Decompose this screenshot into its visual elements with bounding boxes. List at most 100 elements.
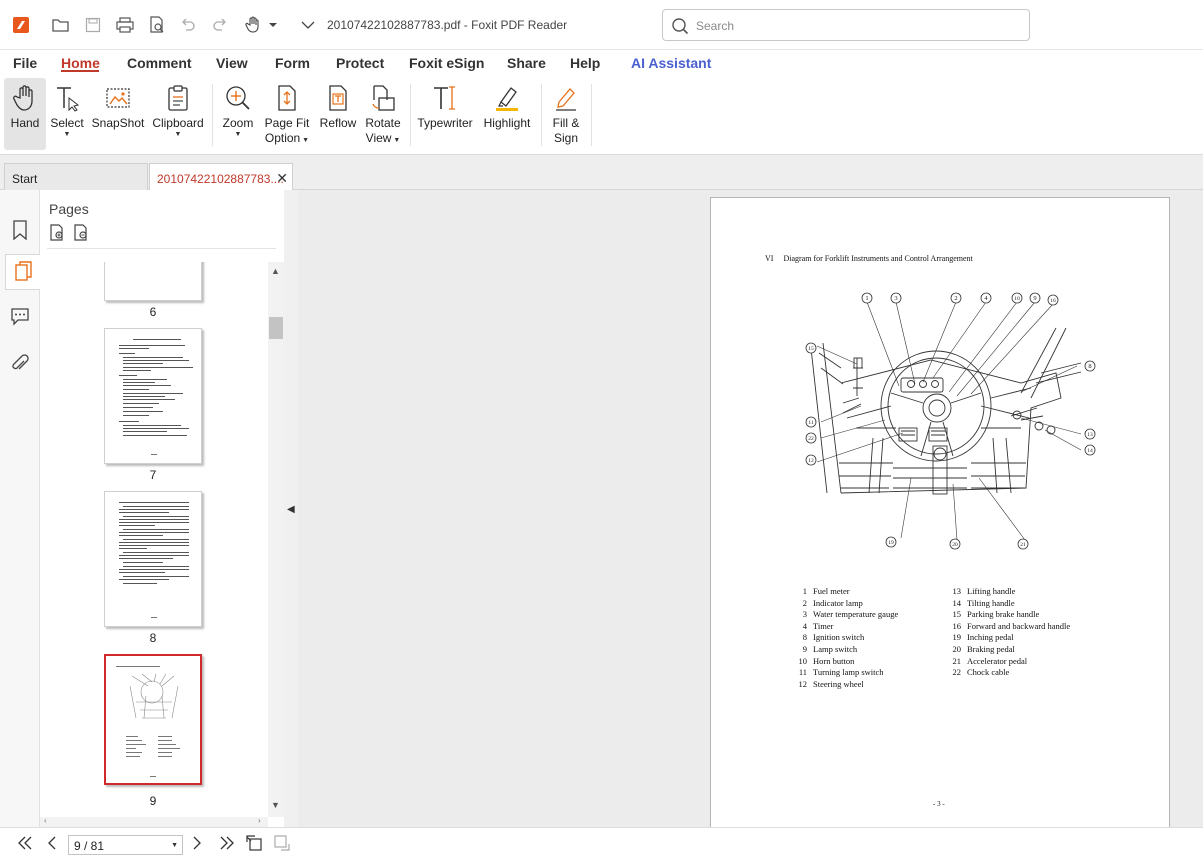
page-indicator: 9 / 81 (74, 839, 105, 853)
select-dropdown-icon[interactable]: ▼ (64, 131, 71, 139)
callout-label: 13 (1087, 432, 1093, 438)
select-button[interactable]: Select ▼ (49, 78, 85, 150)
reflow-button[interactable]: Reflow (318, 78, 358, 150)
callout-label: 19 (888, 540, 894, 546)
menu-bar: File Home Comment View Form Protect Foxi… (0, 50, 1203, 76)
customize-dropdown-icon[interactable] (263, 15, 283, 35)
last-page-icon[interactable] (219, 836, 235, 853)
first-page-icon[interactable] (17, 836, 33, 853)
fill-and-sign-button[interactable]: Fill & Sign (547, 78, 585, 150)
menu-protect[interactable]: Protect (336, 55, 384, 71)
hand-button[interactable]: Hand (4, 78, 46, 150)
print-icon[interactable] (115, 15, 135, 35)
page-thumbnail-8[interactable] (104, 491, 202, 627)
clipboard-button[interactable]: Clipboard ▼ (150, 78, 206, 150)
typewriter-button[interactable]: Typewriter (416, 78, 474, 150)
open-folder-icon[interactable] (51, 15, 71, 35)
menu-comment[interactable]: Comment (127, 55, 192, 71)
callout-label: 21 (1020, 542, 1026, 548)
thumbnail-list: 6 7 8 9 (40, 262, 268, 817)
scrollbar-thumb[interactable] (269, 317, 283, 339)
comments-icon[interactable] (5, 298, 35, 334)
callout-label: 10 (1014, 296, 1020, 302)
redo-icon[interactable] (210, 15, 230, 35)
page-fit-label: Page Fit Option ▼ (264, 116, 310, 145)
menu-ai-assistant[interactable]: AI Assistant (631, 55, 711, 71)
menu-form[interactable]: Form (275, 55, 310, 71)
page-thumbnail-9[interactable] (104, 654, 202, 785)
legend-text: Indicator lamp (813, 597, 863, 608)
fill-sign-label-line1: Fill & (552, 116, 580, 130)
legend-text: Accelerator pedal (967, 655, 1028, 666)
close-tab-icon[interactable]: ✕ (276, 170, 288, 187)
panel-collapse-strip[interactable]: ◀ (284, 190, 298, 827)
snapshot-button[interactable]: SnapShot (91, 78, 145, 150)
scroll-right-icon[interactable]: › (258, 816, 261, 825)
tab-start[interactable]: Start (4, 163, 148, 190)
page-number-input[interactable]: 9 / 81 ▼ (68, 835, 183, 855)
next-page-icon[interactable] (192, 836, 202, 853)
legend-text: Steering wheel (813, 678, 864, 689)
more-dropdown-icon[interactable] (298, 15, 318, 35)
select-label: Select (50, 116, 84, 130)
rotate-view-label-line2: View (365, 131, 392, 145)
search-box[interactable] (662, 9, 1030, 41)
page-fit-option-button[interactable]: Page Fit Option ▼ (262, 78, 312, 150)
menu-foxit-esign[interactable]: Foxit eSign (409, 55, 484, 71)
collapse-panel-icon[interactable]: ◀ (287, 504, 295, 515)
zoom-dropdown-icon[interactable]: ▼ (235, 131, 242, 139)
legend-number: 21 (952, 655, 962, 666)
legend-number: 13 (952, 586, 962, 596)
undo-icon[interactable] (178, 15, 198, 35)
ribbon-divider (591, 84, 592, 146)
callout-label: 11 (808, 420, 814, 426)
page-dropdown-icon[interactable]: ▼ (171, 842, 178, 849)
thumbnail-vertical-scrollbar[interactable]: ▲ ▼ (268, 262, 284, 817)
page-thumbnail-6[interactable] (104, 262, 202, 301)
enlarge-thumbnails-icon[interactable] (49, 224, 67, 245)
hand-tool-icon[interactable] (243, 15, 263, 35)
zoom-button[interactable]: Zoom ▼ (219, 78, 257, 150)
legend-number: 8 (802, 632, 807, 643)
legend-number: 1 (802, 586, 807, 596)
pages-panel-title: Pages (49, 201, 89, 217)
rotate-view-button[interactable]: Rotate View ▼ (362, 78, 404, 150)
legend-number: 16 (952, 620, 962, 631)
app-logo-icon[interactable] (11, 15, 31, 35)
highlight-label: Highlight (483, 116, 531, 130)
attachments-icon[interactable] (5, 346, 35, 382)
thumbnail-horizontal-scrollbar[interactable]: ‹ › (40, 816, 268, 827)
scroll-up-icon[interactable]: ▲ (271, 266, 280, 276)
menu-file[interactable]: File (13, 55, 37, 71)
legend-item: 16 Forward and backward handle (947, 620, 1071, 633)
previous-page-icon[interactable] (47, 836, 57, 853)
legend-item: 9 Lamp switch (793, 644, 857, 656)
fill-sign-label-line2: Sign (553, 131, 578, 145)
scroll-down-icon[interactable]: ▼ (271, 800, 280, 810)
menu-share[interactable]: Share (507, 55, 546, 71)
clipboard-dropdown-icon[interactable]: ▼ (175, 131, 182, 139)
page-thumbnail-7[interactable] (104, 328, 202, 464)
search-input[interactable] (696, 16, 1016, 36)
forklift-controls-diagram: 1 3 2 4 10 9 16158112212131419 20 21 (805, 292, 1096, 550)
bookmark-icon[interactable] (5, 212, 35, 248)
pages-panel-icon[interactable] (5, 254, 41, 290)
search-icon (671, 17, 689, 38)
next-view-icon[interactable] (273, 834, 291, 855)
reduce-thumbnails-icon[interactable] (73, 224, 91, 245)
menu-home[interactable]: Home (61, 55, 100, 71)
scroll-left-icon[interactable]: ‹ (44, 816, 47, 825)
menu-help[interactable]: Help (570, 55, 600, 71)
page-preview-icon[interactable] (147, 15, 167, 35)
highlight-button[interactable]: Highlight (480, 78, 534, 150)
tab-document[interactable]: 20107422102887783.... ✕ (149, 163, 293, 190)
fill-sign-icon (553, 78, 579, 112)
menu-view[interactable]: View (216, 55, 248, 71)
document-viewport[interactable]: VI Diagram for Forklift Instruments and C… (298, 190, 1203, 827)
previous-view-icon[interactable] (245, 834, 263, 855)
save-icon[interactable] (83, 15, 103, 35)
legend-item: 14 Tilting handle (947, 598, 1015, 610)
pdf-page: VI Diagram for Forklift Instruments and C… (710, 197, 1170, 827)
ribbon-divider (541, 84, 542, 146)
rotate-view-label: Rotate View ▼ (365, 116, 401, 145)
